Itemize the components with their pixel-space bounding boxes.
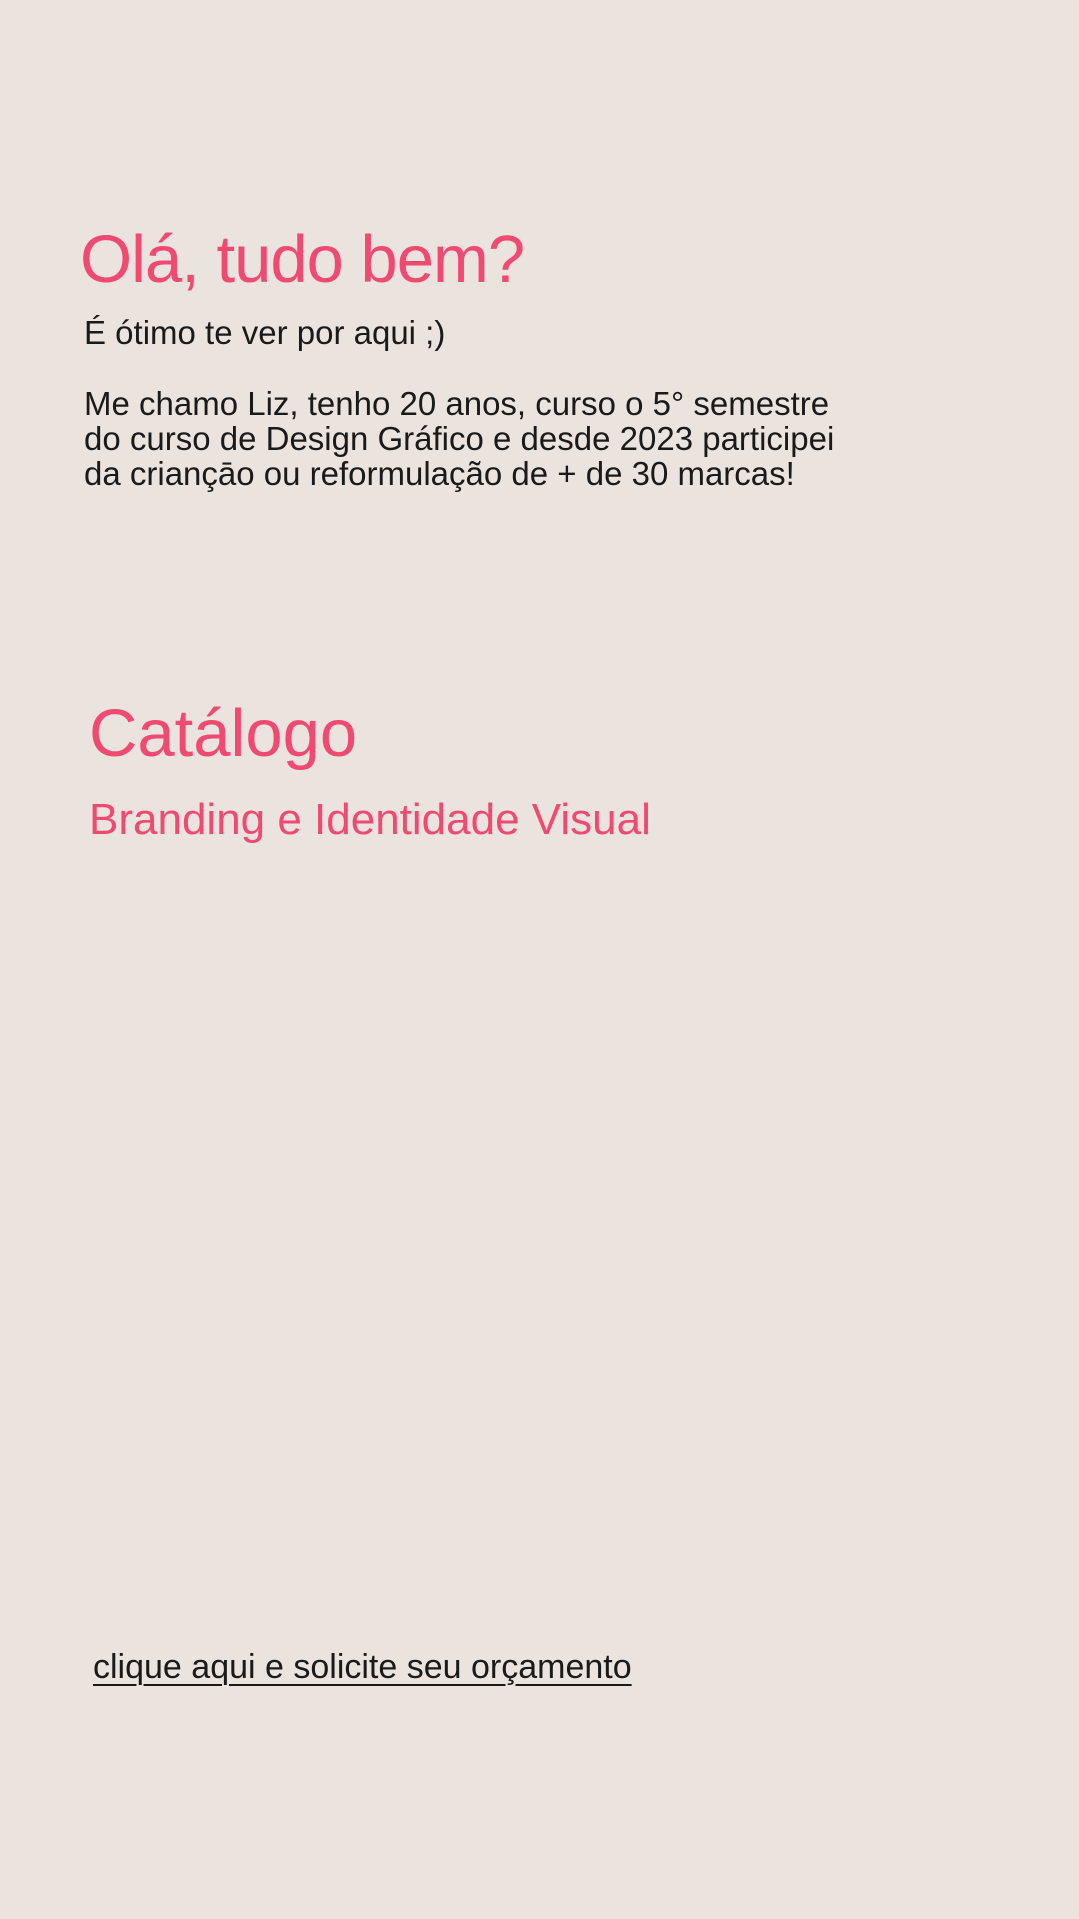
greeting-title: Olá, tudo bem? bbox=[80, 222, 525, 297]
catalog-title: Catálogo bbox=[89, 696, 358, 771]
greeting-subtitle: É ótimo te ver por aqui ;) bbox=[84, 314, 446, 351]
request-quote-link[interactable]: clique aqui e solicite seu orçamento bbox=[93, 1648, 632, 1686]
intro-line: da criançāo ou reformulação de + de 30 m… bbox=[84, 455, 795, 492]
catalog-subtitle: Branding e Identidade Visual bbox=[89, 795, 651, 844]
intro-line: do curso de Design Gráfico e desde 2023 … bbox=[84, 420, 835, 457]
intro-paragraph: Me chamo Liz, tenho 20 anos, curso o 5° … bbox=[84, 386, 904, 491]
intro-line: Me chamo Liz, tenho 20 anos, curso o 5° … bbox=[84, 385, 830, 422]
